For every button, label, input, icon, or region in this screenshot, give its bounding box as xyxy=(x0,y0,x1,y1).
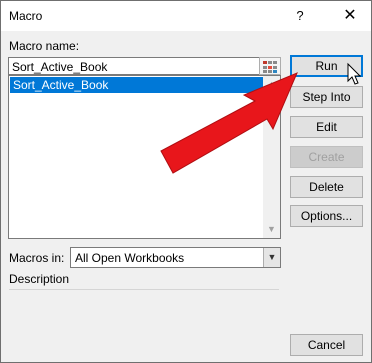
scroll-down-icon[interactable]: ▼ xyxy=(263,221,280,238)
edit-button[interactable]: Edit xyxy=(290,116,363,138)
list-item[interactable]: Sort_Active_Book xyxy=(10,77,264,93)
run-button[interactable]: Run xyxy=(290,55,363,77)
macro-dialog: Macro ? ✕ Macro name: Sort_Active_Book S… xyxy=(0,0,372,363)
delete-button[interactable]: Delete xyxy=(290,176,363,198)
macros-in-select[interactable]: All Open Workbooks ▼ xyxy=(70,247,281,268)
dialog-title: Macro xyxy=(9,9,43,23)
scroll-up-icon[interactable]: ▲ xyxy=(263,76,280,93)
range-picker-icon[interactable] xyxy=(259,57,281,75)
options-button[interactable]: Options... xyxy=(290,205,363,227)
macros-in-value: All Open Workbooks xyxy=(75,251,185,265)
description-divider xyxy=(9,289,279,290)
macro-list[interactable]: Sort_Active_Book ▲ ▼ xyxy=(8,75,281,239)
macro-name-label: Macro name: xyxy=(9,39,80,53)
create-button: Create xyxy=(290,146,363,168)
step-into-button[interactable]: Step Into xyxy=(290,86,363,108)
help-button[interactable]: ? xyxy=(283,1,317,31)
chevron-down-icon[interactable]: ▼ xyxy=(263,248,280,267)
macro-name-input[interactable]: Sort_Active_Book xyxy=(8,57,281,75)
cancel-button[interactable]: Cancel xyxy=(290,334,363,356)
description-label: Description xyxy=(9,272,70,286)
title-bar: Macro ? ✕ xyxy=(1,1,371,31)
macro-name-value: Sort_Active_Book xyxy=(12,60,108,74)
close-button[interactable]: ✕ xyxy=(331,1,369,31)
list-scrollbar[interactable]: ▲ ▼ xyxy=(263,76,280,238)
macros-in-label: Macros in: xyxy=(9,251,65,265)
